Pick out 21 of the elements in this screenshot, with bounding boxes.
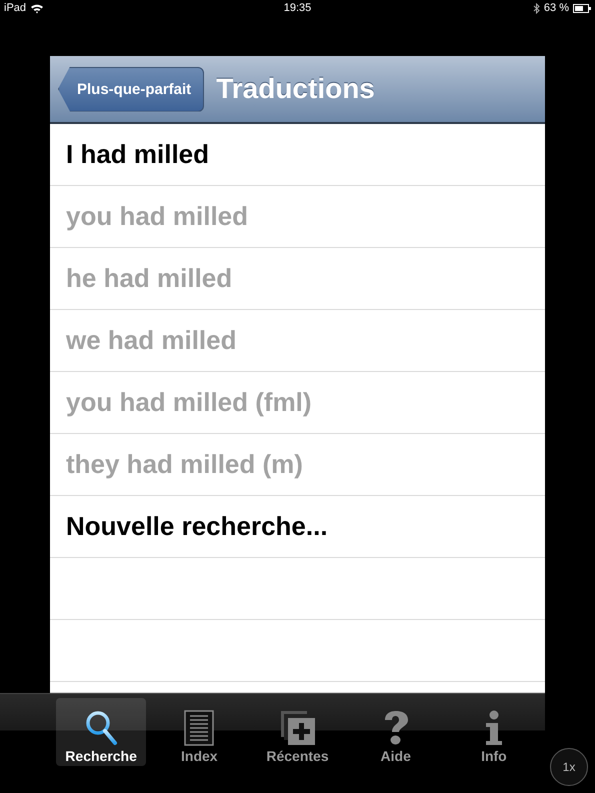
navigation-title: Traductions <box>216 73 375 105</box>
zoom-button[interactable]: 1x <box>550 748 588 786</box>
info-icon <box>484 710 504 746</box>
tab[interactable]: Index <box>154 698 244 766</box>
battery-percentage: 63 % <box>544 2 569 14</box>
wifi-icon <box>30 2 44 14</box>
status-time: 19:35 <box>284 2 312 14</box>
tab[interactable]: Info <box>448 698 540 766</box>
tab[interactable]: Recherche <box>56 698 146 766</box>
add-copy-icon <box>280 710 316 746</box>
question-mark-icon <box>382 710 409 746</box>
battery-icon <box>573 4 591 12</box>
tab[interactable]: Aide <box>350 698 441 766</box>
document-icon <box>184 710 214 746</box>
list-item[interactable]: I had milled <box>50 124 545 186</box>
list-item[interactable]: Nouvelle recherche... <box>50 496 545 558</box>
device-name: iPad <box>4 2 26 14</box>
bluetooth-icon <box>532 2 540 14</box>
tab[interactable]: Récentes <box>252 698 343 766</box>
search-icon <box>84 710 118 746</box>
back-button[interactable]: Plus-que-parfait <box>58 66 204 112</box>
